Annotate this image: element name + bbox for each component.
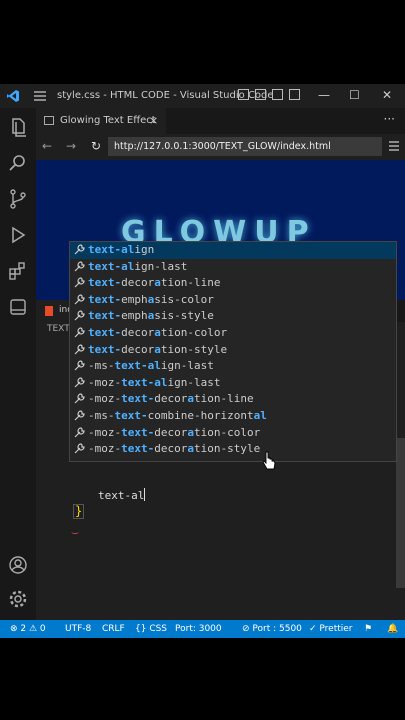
wrench-icon xyxy=(74,310,85,321)
vscode-logo-icon xyxy=(7,90,19,102)
tab-bar: Glowing Text Effect × ··· xyxy=(36,108,405,134)
wrench-icon xyxy=(74,393,85,404)
more-actions-icon[interactable]: ··· xyxy=(384,112,395,126)
live-preview-port[interactable]: Port: 3000 xyxy=(175,624,222,634)
wrench-icon xyxy=(74,360,85,371)
language-mode[interactable]: {} CSS xyxy=(135,624,167,634)
suggestion-label: -moz-text-align-last xyxy=(88,375,221,389)
suggestion-label: text-align-last xyxy=(88,259,188,273)
wrench-icon xyxy=(74,410,85,421)
source-control-icon[interactable] xyxy=(7,188,29,210)
suggestion-item[interactable]: -ms-text-align-last xyxy=(70,358,396,375)
url-input[interactable]: http://127.0.0.1:3000/TEXT_GLOW/index.ht… xyxy=(108,137,382,156)
autocomplete-widget: text-align text-align-last text-decoration… xyxy=(69,241,397,462)
wrench-icon xyxy=(74,426,85,438)
customize-layout-icon[interactable] xyxy=(289,89,300,100)
suggestion-label: text-decoration-line xyxy=(88,276,221,290)
tab-label: Glowing Text Effect xyxy=(60,115,156,126)
wrench-icon xyxy=(74,443,85,454)
preview-icon xyxy=(44,116,54,125)
hamburger-icon[interactable] xyxy=(389,140,399,152)
closing-brace: } xyxy=(73,504,85,519)
suggestion-label: text-align xyxy=(88,243,155,256)
title-bar: style.css - HTML CODE - Visual Studio Co… xyxy=(0,84,405,108)
wrench-icon xyxy=(74,343,85,355)
mouse-cursor-icon xyxy=(262,451,276,470)
suggestion-item[interactable]: text-decoration-color xyxy=(70,325,396,342)
problems-indicator[interactable]: ⊗ 2 ⚠ 0 xyxy=(10,624,46,634)
layout-controls xyxy=(238,89,306,103)
breadcrumb[interactable]: TEXT xyxy=(47,324,70,334)
suggestion-item[interactable]: -moz-text-decoration-color xyxy=(70,425,396,442)
wrench-icon xyxy=(74,244,85,255)
extensions-icon[interactable] xyxy=(7,260,29,282)
remote-explorer-icon[interactable] xyxy=(7,296,29,318)
status-bar: ⊗ 2 ⚠ 0 UTF-8 CRLF {} CSS Port: 3000 ⊘ P… xyxy=(0,620,405,638)
suggestion-item[interactable]: -moz-text-align-last xyxy=(70,375,396,392)
maximize-icon[interactable]: ☐ xyxy=(349,88,360,102)
browser-nav-bar: ← → ↻ http://127.0.0.1:3000/TEXT_GLOW/in… xyxy=(36,134,405,160)
notifications-icon[interactable]: 🔔 xyxy=(387,624,398,634)
explorer-icon[interactable] xyxy=(7,116,29,138)
suggestion-item[interactable]: -moz-text-decoration-style xyxy=(70,441,396,458)
live-server-port[interactable]: ⊘ Port : 5500 xyxy=(242,624,302,634)
suggestion-item[interactable]: text-align-last xyxy=(70,259,396,276)
reload-button[interactable]: ↻ xyxy=(91,139,101,153)
suggestion-item[interactable]: text-emphasis-style xyxy=(70,308,396,325)
suggestion-label: -moz-text-decoration-line xyxy=(88,392,254,406)
suggestion-item[interactable]: text-emphasis-color xyxy=(70,292,396,309)
close-icon[interactable]: × xyxy=(149,114,158,127)
encoding-indicator[interactable]: UTF-8 xyxy=(65,624,91,634)
suggestion-label: text-emphasis-style xyxy=(88,309,214,323)
suggestion-item[interactable]: text-align xyxy=(70,242,396,259)
search-icon[interactable] xyxy=(7,152,29,174)
wrench-icon xyxy=(74,327,85,338)
suggestion-label: text-decoration-style xyxy=(88,342,228,356)
menu-icon[interactable] xyxy=(33,89,47,103)
toggle-primary-sidebar-icon[interactable] xyxy=(238,89,249,100)
suggestion-label: -ms-text-align-last xyxy=(88,359,214,373)
suggestion-label: -moz-text-decoration-color xyxy=(88,425,261,439)
wrench-icon xyxy=(74,260,85,272)
feedback-icon[interactable]: ⚑ xyxy=(364,624,372,634)
activity-bar xyxy=(0,108,36,620)
gear-icon[interactable] xyxy=(7,588,29,610)
suggestion-item[interactable]: text-decoration-line xyxy=(70,275,396,292)
suggestion-label: -ms-text-combine-horizontal xyxy=(88,409,267,422)
text-caret xyxy=(144,488,146,501)
run-debug-icon[interactable] xyxy=(7,224,29,246)
minimize-icon[interactable]: — xyxy=(318,88,330,102)
forward-button[interactable]: → xyxy=(66,139,76,153)
error-squiggle: ‿ xyxy=(72,524,79,535)
wrench-icon xyxy=(74,377,85,388)
toggle-panel-icon[interactable] xyxy=(255,89,266,100)
back-button[interactable]: ← xyxy=(42,139,52,153)
suggestion-item[interactable]: -ms-text-combine-horizontal xyxy=(70,408,396,425)
prettier-indicator[interactable]: ✓ Prettier xyxy=(309,624,353,634)
account-icon[interactable] xyxy=(7,554,29,576)
wrench-icon xyxy=(74,294,85,305)
toggle-secondary-sidebar-icon[interactable] xyxy=(272,89,283,100)
suggestion-label: -moz-text-decoration-style xyxy=(88,442,261,456)
suggestion-label: text-decoration-color xyxy=(88,326,228,339)
wrench-icon xyxy=(74,277,85,288)
suggestion-label: text-emphasis-color xyxy=(88,292,214,306)
tab-glowing-text-effect[interactable]: Glowing Text Effect × xyxy=(36,108,166,134)
suggestion-item[interactable]: -moz-text-decoration-line xyxy=(70,391,396,408)
typed-text: text-al xyxy=(98,488,146,502)
html-file-icon xyxy=(45,306,53,316)
suggestion-item[interactable]: text-decoration-style xyxy=(70,342,396,359)
close-window-icon[interactable]: ✕ xyxy=(382,88,392,102)
editor-scrollbar[interactable] xyxy=(396,438,405,588)
eol-indicator[interactable]: CRLF xyxy=(102,624,125,634)
